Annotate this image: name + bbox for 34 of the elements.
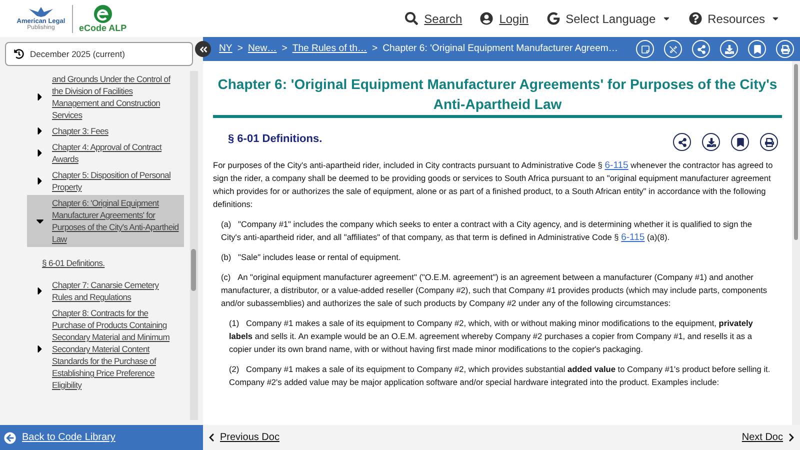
nav-link[interactable]: Search: [405, 10, 462, 28]
tree-link[interactable]: Chapter 8: Contracts for the Purchase of Products Containing Secondary Material and Minimum Secondary Material Content Standards for the Purchase of Establishing Price Preference Eligibility: [52, 307, 180, 391]
section-title: § 6-01 Definitions.: [228, 132, 322, 147]
version-select[interactable]: December 2025 (current): [5, 42, 193, 66]
nav-link[interactable]: Resources: [688, 10, 780, 28]
tree-link[interactable]: Chapter 3: Fees: [52, 125, 108, 137]
tree-link[interactable]: Chapter 4: Approval of Contract Awards: [52, 141, 180, 165]
code-link[interactable]: 6-115: [621, 232, 645, 243]
paragraph: (2) Company #1 makes a sale of its equipment to Company #2, which provides substantial added value to Company #1's product before selling it. Company #2's added value may be major application software and/or special hardware integrated into the product. Examples include:: [229, 363, 772, 389]
breadcrumb-separator: >: [282, 42, 288, 56]
breadcrumb-link[interactable]: NY: [219, 42, 232, 56]
previous-link[interactable]: Previous Doc: [207, 430, 280, 445]
breadcrumb-separator: >: [372, 42, 378, 56]
tree-link[interactable]: Chapter 7: Canarsie Cemetery Rules and Regulations: [52, 279, 180, 303]
product-name: eCode ALP: [79, 22, 127, 32]
nav-link[interactable]: Login: [480, 10, 529, 28]
breadcrumb-link[interactable]: The Rules of th…: [292, 42, 367, 56]
paragraph: (a) "Company #1" includes the company which seeks to enter a contract with a City agency, and is determining whether it is qualified to sign the City's anti-apartheid rider, and all "affiliates" of that company, as that term is defined in Administrative Code § 6-115 (a)(8).: [221, 218, 754, 244]
code-link[interactable]: 6-115: [604, 160, 628, 171]
paragraph: (c) An "original equipment manufacturer agreement" ("O.E.M. agreement") is an agreement between a manufacturer (Company #1) and another manufacturer, a distributor, or a value-added reseller (Company #2), such that Company #1 provides products (which may include parts, components and/or subassemblies) and authorizes the sale of such products by Company #2 under any of the following circumstances:: [221, 271, 768, 310]
tree-link[interactable]: and Grounds Under the Control of the Division of Facilities Management and Construction Services: [52, 73, 180, 121]
breadcrumb-link[interactable]: Chapter 6: 'Original Equipment Manufacturer Agreem…: [382, 42, 618, 56]
next-link[interactable]: Next Doc: [742, 430, 796, 445]
paragraph: For purposes of the City's anti-apartheid rider, included in City contracts pursuant to Administrative Code § 6-115 whenever the contractor has agreed to sign the rider, a company shall be deemed to be providing goods or services to South Africa pursuant to an "original equipment manufacturer agreement which provides for or authorizes the sale of equipment, alone or as part of a finished product, to a South African entity" in accordance with the following definitions:: [213, 159, 774, 211]
tree-link[interactable]: § 6-01 Definitions.: [42, 258, 105, 268]
tree-link[interactable]: Chapter 6: 'Original Equipment Manufacturer Agreements' for Purposes of the City's Anti-Apartheid Law: [52, 197, 180, 245]
breadcrumb-link[interactable]: New…: [248, 42, 277, 56]
breadcrumb-separator: >: [237, 42, 243, 56]
paragraph: (1) Company #1 makes a sale of its equipment to Company #2, which, with or without making minor modifications to the equipment, privately labels and sells it. An example would be an O.E.M. agreement whereby Company #2 purchases a copier from Company #1, and resells it as a copier under its own brand name, with or without having first made minor modifications to the copier's packaging.: [229, 317, 754, 356]
paragraph: (b) "Sale" includes lease or rental of equipment.: [221, 251, 402, 264]
chapter-title: Chapter 6: 'Original Equipment Manufacturer Agreements' for Purposes of the City's Anti-Apartheid Law: [213, 74, 782, 118]
tree-link[interactable]: Chapter 5: Disposition of Personal Property: [52, 169, 180, 193]
back-link[interactable]: Back to Code Library: [0, 425, 203, 450]
nav-link[interactable]: Select Language: [546, 10, 671, 28]
